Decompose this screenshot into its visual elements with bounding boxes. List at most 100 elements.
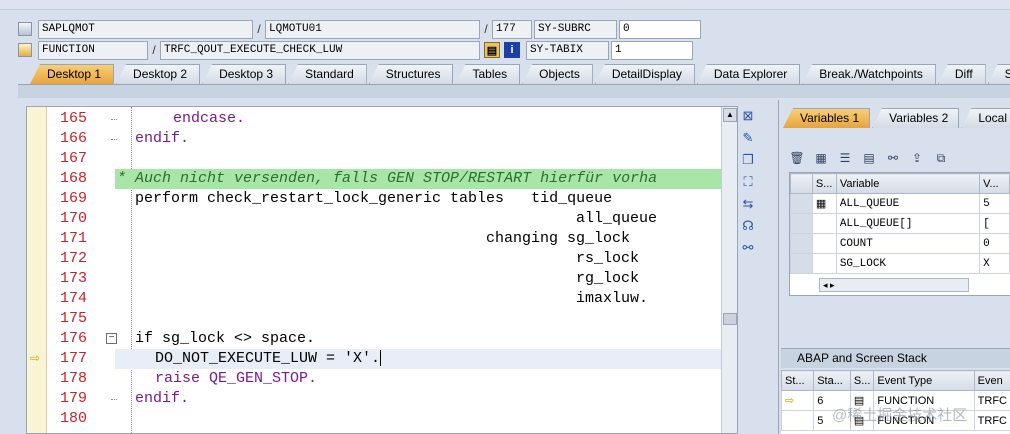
variable-name[interactable]: ALL_QUEUE[] bbox=[835, 213, 981, 234]
sysfield-1[interactable]: SY-SUBRC bbox=[534, 19, 617, 39]
code-line-comment: * Auch nicht versenden, falls GEN STOP/R… bbox=[115, 169, 721, 189]
table-icon[interactable]: ▦ bbox=[813, 150, 829, 166]
list-icon[interactable]: ☰ bbox=[837, 150, 853, 166]
table-row[interactable]: ▦ ALL_QUEUE 5 bbox=[790, 193, 1010, 214]
tab-data-explorer[interactable]: Data Explorer bbox=[696, 64, 801, 84]
table-row[interactable]: COUNT 0 bbox=[790, 233, 1010, 254]
row-selector[interactable] bbox=[790, 193, 813, 214]
line-number: 175 bbox=[59, 310, 87, 327]
breakpoint-gutter[interactable] bbox=[27, 107, 47, 433]
empty-cell bbox=[781, 410, 815, 431]
event-name[interactable]: TRFC bbox=[973, 390, 1010, 411]
line-field[interactable]: 177 bbox=[492, 19, 532, 39]
tab-breakpoints[interactable]: Break./Watchpoints bbox=[802, 64, 936, 84]
info-icon[interactable]: i bbox=[504, 42, 520, 58]
tab-detaildisplay[interactable]: DetailDisplay bbox=[594, 64, 695, 84]
tree-icon[interactable]: ⚯ bbox=[740, 240, 756, 256]
line-number: 177 bbox=[59, 350, 87, 367]
row-selector[interactable] bbox=[790, 213, 813, 234]
swap-icon[interactable]: ⇆ bbox=[740, 196, 756, 212]
headset-icon[interactable]: ☊ bbox=[740, 218, 756, 234]
grid-horizontal-scrollbar[interactable]: ◂ ▸ bbox=[819, 278, 969, 292]
variables-table: S... Variable V... ▦ ALL_QUEUE 5 ALL_QUE… bbox=[790, 173, 1010, 274]
column-header[interactable]: St... bbox=[781, 370, 815, 391]
line-number: 166 bbox=[59, 130, 87, 147]
header-row-function: FUNCTION / TRFC_QOUT_EXECUTE_CHECK_LUW ▤… bbox=[18, 40, 693, 60]
tab-structures[interactable]: Structures bbox=[368, 64, 454, 84]
top-band bbox=[0, 0, 1010, 10]
tab-local[interactable]: Local bbox=[961, 108, 1010, 128]
column-header[interactable]: Variable bbox=[835, 173, 981, 194]
close-icon[interactable]: ⊠ bbox=[740, 108, 756, 124]
delete-icon[interactable]: 🗑 bbox=[789, 150, 805, 166]
column-header[interactable]: V... bbox=[979, 173, 1010, 194]
source-editor[interactable]: 165 166 167 168 169 170 171 172 173 174 … bbox=[26, 106, 738, 434]
sysvalue-1[interactable]: 0 bbox=[619, 19, 701, 39]
tab-variables-1[interactable]: Variables 1 bbox=[783, 108, 871, 128]
type-field[interactable]: FUNCTION bbox=[38, 40, 148, 60]
tab-desktop-3[interactable]: Desktop 3 bbox=[202, 64, 287, 84]
code-line: all_queue bbox=[115, 209, 721, 229]
column-header[interactable]: S... bbox=[849, 370, 875, 391]
column-header[interactable]: S... bbox=[811, 173, 837, 194]
include-field[interactable]: LQMOTU01 bbox=[265, 19, 480, 39]
tab-desktop-1[interactable]: Desktop 1 bbox=[30, 64, 115, 84]
function-name-field[interactable]: TRFC_QOUT_EXECUTE_CHECK_LUW bbox=[160, 40, 480, 60]
layout-icon[interactable]: ▤ bbox=[861, 150, 877, 166]
tab-diff[interactable]: Diff bbox=[937, 64, 986, 84]
new-tool-icon[interactable]: ✎ bbox=[740, 130, 756, 146]
line-number: 168 bbox=[59, 170, 87, 187]
editor-scrollbar[interactable]: ▲ bbox=[721, 107, 737, 433]
tab-standard[interactable]: Standard bbox=[288, 64, 367, 84]
column-header[interactable]: Sta... bbox=[813, 370, 851, 391]
variable-value[interactable]: 0 bbox=[979, 233, 1010, 254]
export-icon[interactable]: ⇪ bbox=[909, 150, 925, 166]
display-icon[interactable]: ▤ bbox=[484, 42, 500, 58]
variable-value[interactable]: X bbox=[979, 253, 1010, 274]
header-row-program: SAPLQMOT / LQMOTU01 / 177 SY-SUBRC 0 bbox=[18, 19, 701, 39]
line-number: 167 bbox=[59, 150, 87, 167]
sysvalue-2[interactable]: 1 bbox=[611, 40, 693, 60]
copy-icon[interactable]: ❐ bbox=[740, 152, 756, 168]
empty-cell bbox=[811, 233, 837, 254]
tab-desktop-2[interactable]: Desktop 2 bbox=[116, 64, 201, 84]
tab-variables-2[interactable]: Variables 2 bbox=[872, 108, 960, 128]
sysfield-2[interactable]: SY-TABIX bbox=[526, 40, 609, 60]
code-text: rs_lock bbox=[576, 250, 640, 267]
variable-name[interactable]: ALL_QUEUE bbox=[835, 193, 981, 214]
variable-name[interactable]: SG_LOCK bbox=[835, 253, 981, 274]
current-statement-arrow-icon: ⇨ bbox=[30, 351, 41, 365]
line-number: 174 bbox=[59, 290, 87, 307]
structure-icon: ▦ bbox=[811, 193, 837, 214]
code-line: if sg_lock <> space. bbox=[115, 329, 721, 349]
row-selector[interactable] bbox=[790, 253, 813, 274]
column-header[interactable]: Event Type bbox=[873, 370, 975, 391]
scroll-up-button[interactable]: ▲ bbox=[723, 108, 737, 122]
table-row[interactable]: SG_LOCK X bbox=[790, 253, 1010, 274]
column-header[interactable]: Even bbox=[973, 370, 1010, 391]
variable-name[interactable]: COUNT bbox=[835, 233, 981, 254]
code-text: endif. bbox=[135, 390, 190, 407]
line-number: 178 bbox=[59, 370, 87, 387]
row-selector[interactable] bbox=[790, 233, 813, 254]
variable-value[interactable]: [ bbox=[979, 213, 1010, 234]
fullscreen-icon[interactable]: ⛶ bbox=[740, 174, 756, 190]
clip-icon[interactable]: ⧉ bbox=[933, 150, 949, 166]
code-area[interactable]: endcase. endif. * Auch nicht versenden, … bbox=[115, 107, 721, 433]
scroll-thumb[interactable] bbox=[723, 313, 737, 325]
code-line: rs_lock bbox=[115, 249, 721, 269]
tree-icon[interactable]: ⚯ bbox=[885, 150, 901, 166]
variables-panel: Variables 1 Variables 2 Local 🗑 ▦ ☰ ▤ ⚯ … bbox=[778, 100, 1010, 434]
separator: / bbox=[152, 43, 156, 57]
line-number: 173 bbox=[59, 270, 87, 287]
variable-value[interactable]: 5 bbox=[979, 193, 1010, 214]
tab-script[interactable]: Script bbox=[987, 64, 1010, 84]
line-number: 176 bbox=[59, 330, 87, 347]
tab-objects[interactable]: Objects bbox=[522, 64, 593, 84]
event-name[interactable]: TRFC bbox=[973, 410, 1010, 431]
tab-tables[interactable]: Tables bbox=[455, 64, 521, 84]
program-field[interactable]: SAPLQMOT bbox=[38, 19, 253, 39]
table-row[interactable]: ALL_QUEUE[] [ bbox=[790, 213, 1010, 234]
